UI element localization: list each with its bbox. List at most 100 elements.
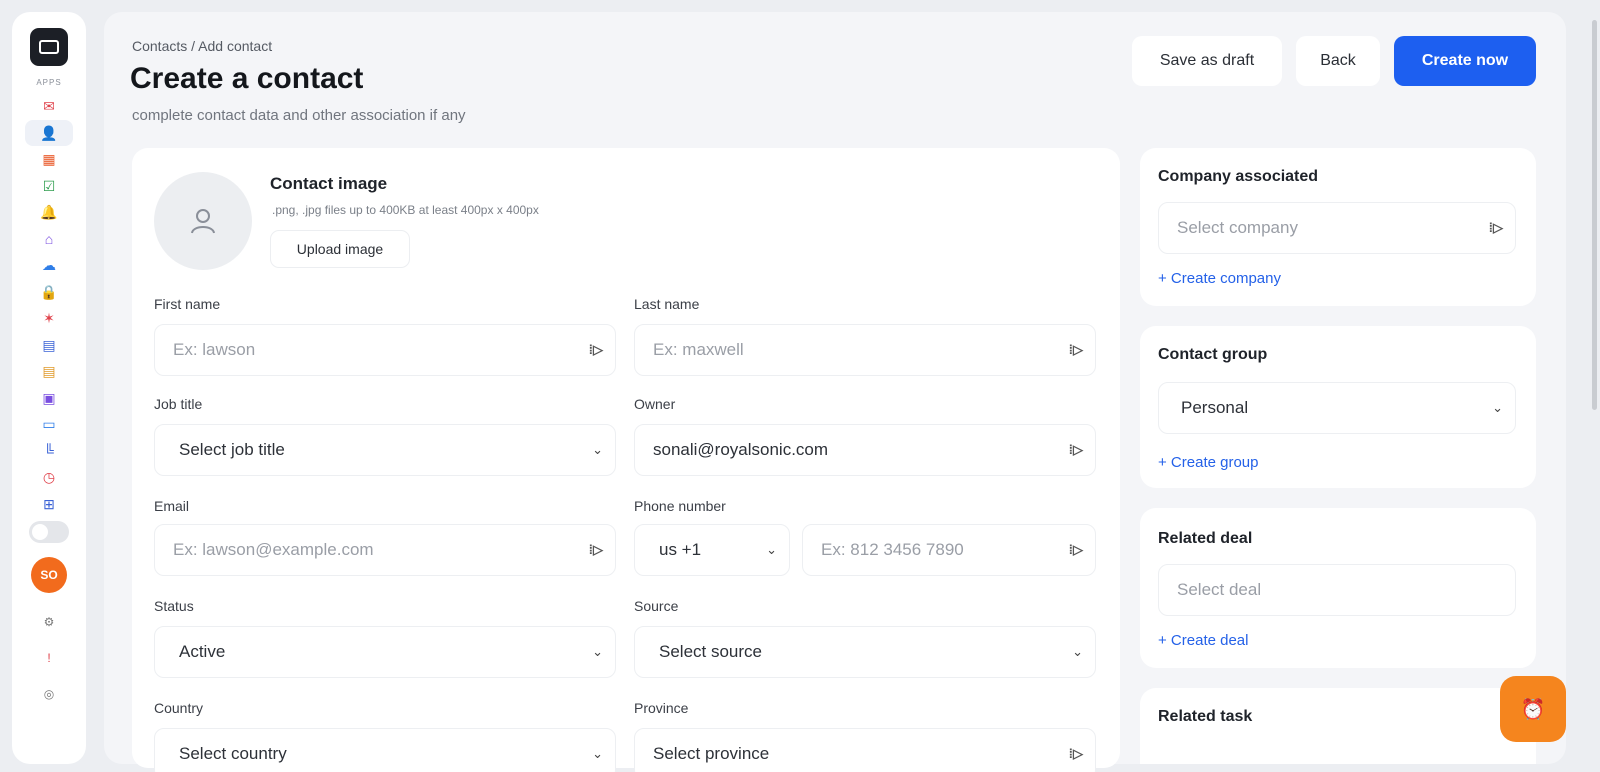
app-logo[interactable]: [30, 28, 68, 66]
settings-icon[interactable]: ⚙: [39, 615, 59, 629]
email-placeholder: Ex: lawson@example.com: [173, 540, 374, 559]
contact-group-select[interactable]: Personal ⌄: [1158, 382, 1516, 434]
job-title-label: Job title: [154, 396, 203, 412]
sidebar-item-chart[interactable]: ╚: [25, 438, 73, 465]
contact-group-title: Contact group: [1158, 346, 1268, 363]
status-select[interactable]: Active ⌄: [154, 626, 616, 678]
alarm-icon: ⏰: [1520, 698, 1546, 721]
sidebar-item-timer[interactable]: ◷: [25, 464, 73, 491]
related-deal-title: Related deal: [1158, 530, 1253, 547]
chevron-down-icon: ⌄: [592, 442, 603, 457]
first-name-placeholder: Ex: lawson: [173, 340, 256, 359]
sidebar-item-mail[interactable]: ✉: [25, 93, 73, 120]
related-deal-card: Related deal Select deal + Create deal: [1140, 508, 1536, 668]
company-select[interactable]: Select company ⁞▷: [1158, 202, 1516, 254]
source-select[interactable]: Select source ⌄: [634, 626, 1096, 678]
company-title: Company associated: [1158, 168, 1319, 185]
owner-value: sonali@royalsonic.com: [653, 440, 829, 459]
sidebar-item-document[interactable]: ▤: [25, 332, 73, 359]
theme-toggle[interactable]: [29, 521, 69, 543]
scrollbar[interactable]: [1592, 20, 1597, 410]
phone-placeholder: Ex: 812 3456 7890: [821, 540, 964, 559]
breadcrumb[interactable]: Contacts / Add contact: [132, 38, 272, 54]
last-name-input[interactable]: Ex: maxwell ⁞▷: [634, 324, 1096, 376]
sidebar-item-video[interactable]: ▭: [25, 411, 73, 438]
sidebar-item-task-check[interactable]: ☑: [25, 173, 73, 200]
status-label: Status: [154, 598, 194, 614]
page-subtitle: complete contact data and other associat…: [132, 107, 466, 124]
timer-icon: ◷: [42, 469, 56, 486]
deal-select[interactable]: Select deal: [1158, 564, 1516, 616]
owner-input[interactable]: sonali@royalsonic.com ⁞▷: [634, 424, 1096, 476]
related-task-card: Related task: [1140, 688, 1536, 764]
sidebar-item-bell[interactable]: 🔔: [25, 199, 73, 226]
contact-image-placeholder[interactable]: [154, 172, 252, 270]
sidebar-nav: ✉ 👤 ▦ ☑ 🔔 ⌂ ☁ 🔒 ✶ ▤ ▤ ▣ ▭ ╚ ◷ ⊞: [25, 93, 73, 517]
country-select[interactable]: Select country ⌄: [154, 728, 616, 772]
related-task-title: Related task: [1158, 708, 1253, 725]
chart-icon: ╚: [44, 442, 54, 459]
contact-image-title: Contact image: [270, 174, 388, 193]
main-panel: Contacts / Add contact Create a contact …: [104, 12, 1566, 772]
phone-input[interactable]: Ex: 812 3456 7890 ⁞▷: [802, 524, 1096, 576]
upload-image-button[interactable]: Upload image: [270, 230, 410, 268]
country-code-select[interactable]: us +1 ⌄: [634, 524, 790, 576]
save-draft-button[interactable]: Save as draft: [1132, 36, 1282, 86]
alert-icon[interactable]: !: [39, 651, 59, 665]
sidebar-item-cloud[interactable]: ☁: [25, 252, 73, 279]
contact-group-value: Personal: [1181, 398, 1249, 417]
add-user-icon: 👤: [40, 124, 58, 141]
country-value: Select country: [179, 744, 287, 763]
chevron-down-icon: ⌄: [1492, 400, 1503, 415]
lock-icon: 🔒: [40, 283, 58, 300]
country-code-value: us +1: [659, 540, 702, 559]
sidebar-item-add-user[interactable]: 👤: [25, 119, 73, 146]
province-value: Select province: [653, 744, 770, 763]
sidebar-item-grid[interactable]: ⊞: [25, 491, 73, 518]
avatar[interactable]: SO: [31, 557, 67, 593]
autofill-icon: ⁞▷: [1068, 542, 1083, 557]
sidebar-item-lock[interactable]: 🔒: [25, 279, 73, 306]
autofill-icon: ⁞▷: [1068, 442, 1083, 457]
company-placeholder: Select company: [1177, 218, 1298, 237]
video-icon: ▭: [42, 416, 56, 433]
create-deal-link[interactable]: + Create deal: [1158, 632, 1248, 649]
task-check-icon: ☑: [42, 177, 56, 194]
contact-group-card: Contact group Personal ⌄ + Create group: [1140, 326, 1536, 488]
invoice-icon: ▤: [42, 363, 56, 380]
create-group-link[interactable]: + Create group: [1158, 454, 1258, 471]
last-name-label: Last name: [634, 296, 700, 312]
users-icon: ✶: [43, 310, 55, 327]
sidebar-item-invoice[interactable]: ▤: [25, 358, 73, 385]
cloud-icon: ☁: [42, 257, 56, 274]
create-company-link[interactable]: + Create company: [1158, 270, 1281, 287]
company-card: Company associated Select company ⁞▷ + C…: [1140, 148, 1536, 306]
grid-icon: ⊞: [43, 495, 55, 512]
autofill-icon: ⁞▷: [588, 342, 603, 357]
job-title-select[interactable]: Select job title ⌄: [154, 424, 616, 476]
sidebar-item-calendar[interactable]: ▦: [25, 146, 73, 173]
country-label: Country: [154, 700, 204, 716]
calendar-icon: ▦: [42, 151, 56, 168]
chevron-down-icon: ⌄: [592, 644, 603, 659]
deal-placeholder: Select deal: [1177, 580, 1262, 599]
province-label: Province: [634, 700, 689, 716]
first-name-input[interactable]: Ex: lawson ⁞▷: [154, 324, 616, 376]
email-input[interactable]: Ex: lawson@example.com ⁞▷: [154, 524, 616, 576]
sidebar-item-users[interactable]: ✶: [25, 305, 73, 332]
back-button[interactable]: Back: [1296, 36, 1380, 86]
sidebar-item-home[interactable]: ⌂: [25, 226, 73, 253]
create-now-button[interactable]: Create now: [1394, 36, 1536, 86]
autofill-icon: ⁞▷: [1068, 746, 1083, 761]
contact-form-card: Contact image .png, .jpg files up to 400…: [132, 148, 1120, 772]
last-name-placeholder: Ex: maxwell: [653, 340, 744, 359]
autofill-icon: ⁞▷: [1068, 342, 1083, 357]
status-value: Active: [179, 642, 226, 661]
province-select[interactable]: Select province ⁞▷: [634, 728, 1096, 772]
contact-image-hint: .png, .jpg files up to 400KB at least 40…: [272, 203, 539, 217]
source-value: Select source: [659, 642, 762, 661]
sidebar-item-image[interactable]: ▣: [25, 385, 73, 412]
chevron-down-icon: ⌄: [766, 542, 777, 557]
more-icon[interactable]: ◎: [39, 687, 59, 701]
timer-float-button[interactable]: ⏰: [1500, 676, 1566, 742]
